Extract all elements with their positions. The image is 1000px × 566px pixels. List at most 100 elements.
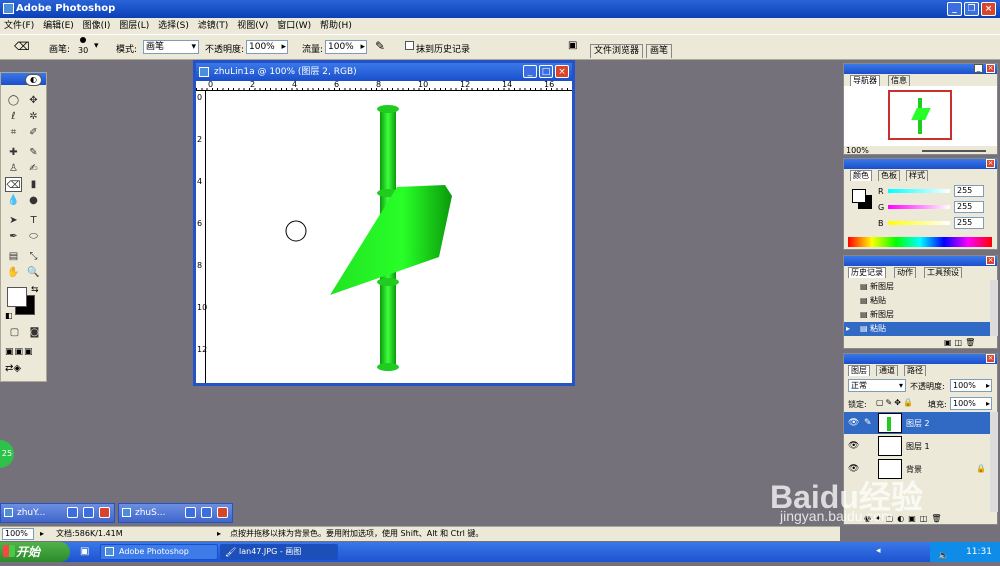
jump-to-imageready-icon[interactable]: ⇄◈: [5, 363, 43, 377]
layer-row-selected[interactable]: 👁 ✎ 图层 2: [844, 412, 990, 434]
hand-tool-icon[interactable]: ✋: [5, 265, 22, 280]
volume-icon[interactable]: 🔈: [938, 546, 949, 566]
tab-color[interactable]: 颜色: [850, 170, 872, 181]
brush-preview-icon[interactable]: [80, 37, 86, 43]
maximize-button[interactable]: [201, 507, 212, 518]
pen-tool-icon[interactable]: ✒: [5, 229, 22, 244]
airbrush-icon[interactable]: ✎: [375, 39, 385, 53]
type-tool-icon[interactable]: T: [25, 213, 42, 228]
close-button[interactable]: [99, 507, 110, 518]
tab-navigator[interactable]: 导航器: [850, 75, 880, 86]
panel-close-button[interactable]: ×: [986, 256, 995, 265]
navigator-zoom[interactable]: 100%: [846, 146, 869, 155]
panel-close-button[interactable]: ×: [986, 64, 995, 73]
healing-brush-tool-icon[interactable]: ✚: [5, 145, 22, 160]
zoom-tool-icon[interactable]: 🔍: [25, 265, 42, 280]
close-button[interactable]: [217, 507, 228, 518]
history-item[interactable]: ▤ 粘贴: [844, 294, 990, 308]
eraser-tool-button[interactable]: ⌫: [5, 177, 22, 192]
swap-colors-icon[interactable]: ⇆: [31, 285, 39, 295]
g-field[interactable]: 255: [954, 201, 984, 213]
lasso-tool-icon[interactable]: ℓ: [5, 109, 22, 124]
menu-select[interactable]: 选择(S): [158, 21, 189, 31]
quicklaunch-icon[interactable]: ▣: [80, 546, 89, 557]
clone-stamp-tool-icon[interactable]: ♙: [5, 161, 22, 176]
eye-icon[interactable]: 👁: [848, 441, 859, 451]
menu-window[interactable]: 窗口(W): [277, 21, 311, 31]
eraser-tool-icon[interactable]: ⌫: [14, 40, 30, 53]
tab-file-browser[interactable]: 文件浏览器: [590, 44, 644, 58]
tab-actions[interactable]: 动作: [894, 267, 916, 278]
doc-minimize-button[interactable]: _: [523, 65, 537, 78]
doc-close-button[interactable]: ×: [555, 65, 569, 78]
layers-scrollbar[interactable]: [990, 412, 998, 512]
notification-badge[interactable]: 25: [0, 440, 14, 468]
tab-history[interactable]: 历史记录: [848, 267, 886, 278]
tab-paths[interactable]: 路径: [904, 365, 926, 376]
panel-close-button[interactable]: ×: [986, 354, 995, 363]
marquee-tool-icon[interactable]: ◯: [5, 93, 22, 108]
fill-field[interactable]: 100% ▸: [950, 397, 992, 410]
eyedropper-tool-icon[interactable]: ⤡: [25, 249, 42, 264]
eye-icon[interactable]: 👁: [848, 418, 859, 428]
navigator-view-box[interactable]: [888, 90, 952, 140]
history-brush-tool-icon[interactable]: ✍: [25, 161, 42, 176]
layer-opacity-field[interactable]: 100% ▸: [950, 379, 992, 392]
gradient-tool-icon[interactable]: ▮: [25, 177, 42, 192]
move-tool-icon[interactable]: ✥: [25, 93, 42, 108]
shape-tool-icon[interactable]: ⬭: [25, 229, 42, 244]
status-arrow-icon[interactable]: ▸: [40, 527, 44, 541]
maximize-button[interactable]: [83, 507, 94, 518]
brush-dropdown-icon[interactable]: ▾: [94, 41, 99, 51]
blend-mode-select[interactable]: 正常 ▾: [848, 379, 906, 392]
tab-tool-presets[interactable]: 工具预设: [924, 267, 962, 278]
lock-icons[interactable]: ▢✎✥🔒: [876, 398, 915, 407]
panel-minimize-button[interactable]: _: [974, 64, 983, 73]
tab-info[interactable]: 信息: [888, 75, 910, 86]
color-fg-swatch[interactable]: [852, 189, 866, 203]
clock[interactable]: 11:31: [966, 547, 992, 557]
default-colors-icon[interactable]: ◧: [5, 311, 13, 320]
restore-button[interactable]: [185, 507, 196, 518]
start-button[interactable]: 开始: [0, 542, 70, 562]
restore-button[interactable]: [67, 507, 78, 518]
quick-mask-icon[interactable]: ◙: [26, 325, 43, 340]
flow-field[interactable]: 100% ▸: [325, 40, 367, 54]
minimized-window[interactable]: zhuY...: [0, 503, 115, 523]
canvas[interactable]: [207, 92, 572, 383]
path-select-tool-icon[interactable]: ➤: [5, 213, 22, 228]
b-field[interactable]: 255: [954, 217, 984, 229]
tab-styles[interactable]: 样式: [906, 170, 928, 181]
history-scrollbar[interactable]: [990, 280, 998, 336]
palette-well-icon[interactable]: ▣: [568, 40, 577, 51]
erase-history-checkbox[interactable]: [405, 41, 414, 50]
layer-row[interactable]: 👁 图层 1: [844, 435, 990, 457]
menu-view[interactable]: 视图(V): [237, 21, 268, 31]
history-item[interactable]: ▤ 新图层: [844, 308, 990, 322]
tab-swatches[interactable]: 色板: [878, 170, 900, 181]
blur-tool-icon[interactable]: 💧: [5, 193, 22, 208]
brush-tool-icon[interactable]: ✎: [25, 145, 42, 160]
dodge-tool-icon[interactable]: ●: [25, 193, 42, 208]
tab-channels[interactable]: 通道: [876, 365, 898, 376]
slice-tool-icon[interactable]: ✐: [25, 125, 42, 140]
status-doc-size[interactable]: 文档:586K/1.41M: [56, 527, 123, 541]
magic-wand-tool-icon[interactable]: ✲: [25, 109, 42, 124]
status-zoom-field[interactable]: 100%: [2, 528, 34, 540]
navigator-preview[interactable]: [844, 86, 997, 146]
tab-layers[interactable]: 图层: [848, 365, 870, 376]
history-item[interactable]: ▤ 新图层: [844, 280, 990, 294]
standard-mode-icon[interactable]: ▢: [6, 325, 23, 340]
tab-brushes[interactable]: 画笔: [646, 44, 673, 58]
minimize-button[interactable]: _: [947, 2, 962, 16]
tray-arrow-icon[interactable]: ◂: [876, 546, 881, 556]
menu-image[interactable]: 图像(I): [83, 21, 111, 31]
task-photoshop[interactable]: Adobe Photoshop: [100, 544, 218, 560]
mode-select[interactable]: 画笔 ▾: [143, 40, 199, 54]
color-ramp[interactable]: [848, 237, 992, 247]
menu-filter[interactable]: 滤镜(T): [198, 21, 229, 31]
doc-maximize-button[interactable]: □: [539, 65, 553, 78]
task-paint[interactable]: 🖌 lan47.JPG - 画图: [220, 544, 338, 560]
menu-edit[interactable]: 编辑(E): [43, 21, 74, 31]
opacity-field[interactable]: 100% ▸: [246, 40, 288, 54]
